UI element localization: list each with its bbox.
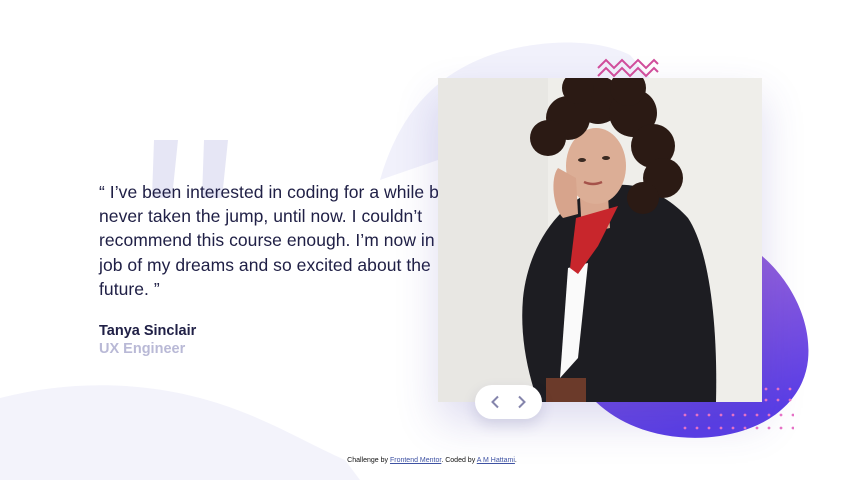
author-role: UX Engineer [99, 341, 186, 358]
testimonial-quote: “ I’ve been interested in coding for a w… [99, 182, 465, 299]
attribution: Challenge by Frontend Mentor. Coded by A… [0, 457, 864, 464]
attribution-middle: . Coded by [441, 457, 477, 464]
frontend-mentor-link[interactable]: Frontend Mentor [390, 457, 441, 464]
author-link[interactable]: A M Hattami [477, 457, 515, 464]
attribution-suffix: . [514, 457, 517, 464]
previous-button[interactable] [484, 391, 506, 413]
testimonial-page: “ I’ve been interested in coding for a w… [0, 0, 864, 480]
next-button[interactable] [511, 391, 533, 413]
dot-pattern [683, 387, 794, 430]
zigzag-pattern [597, 58, 659, 78]
slider-navigation [475, 385, 542, 419]
chevron-left-icon [490, 395, 499, 409]
testimonial-content: “ I’ve been interested in coding for a w… [99, 180, 479, 357]
testimonial-photo [438, 78, 762, 402]
attribution-prefix: Challenge by [347, 457, 390, 464]
chevron-right-icon [518, 395, 527, 409]
author-name: Tanya Sinclair [99, 323, 197, 340]
